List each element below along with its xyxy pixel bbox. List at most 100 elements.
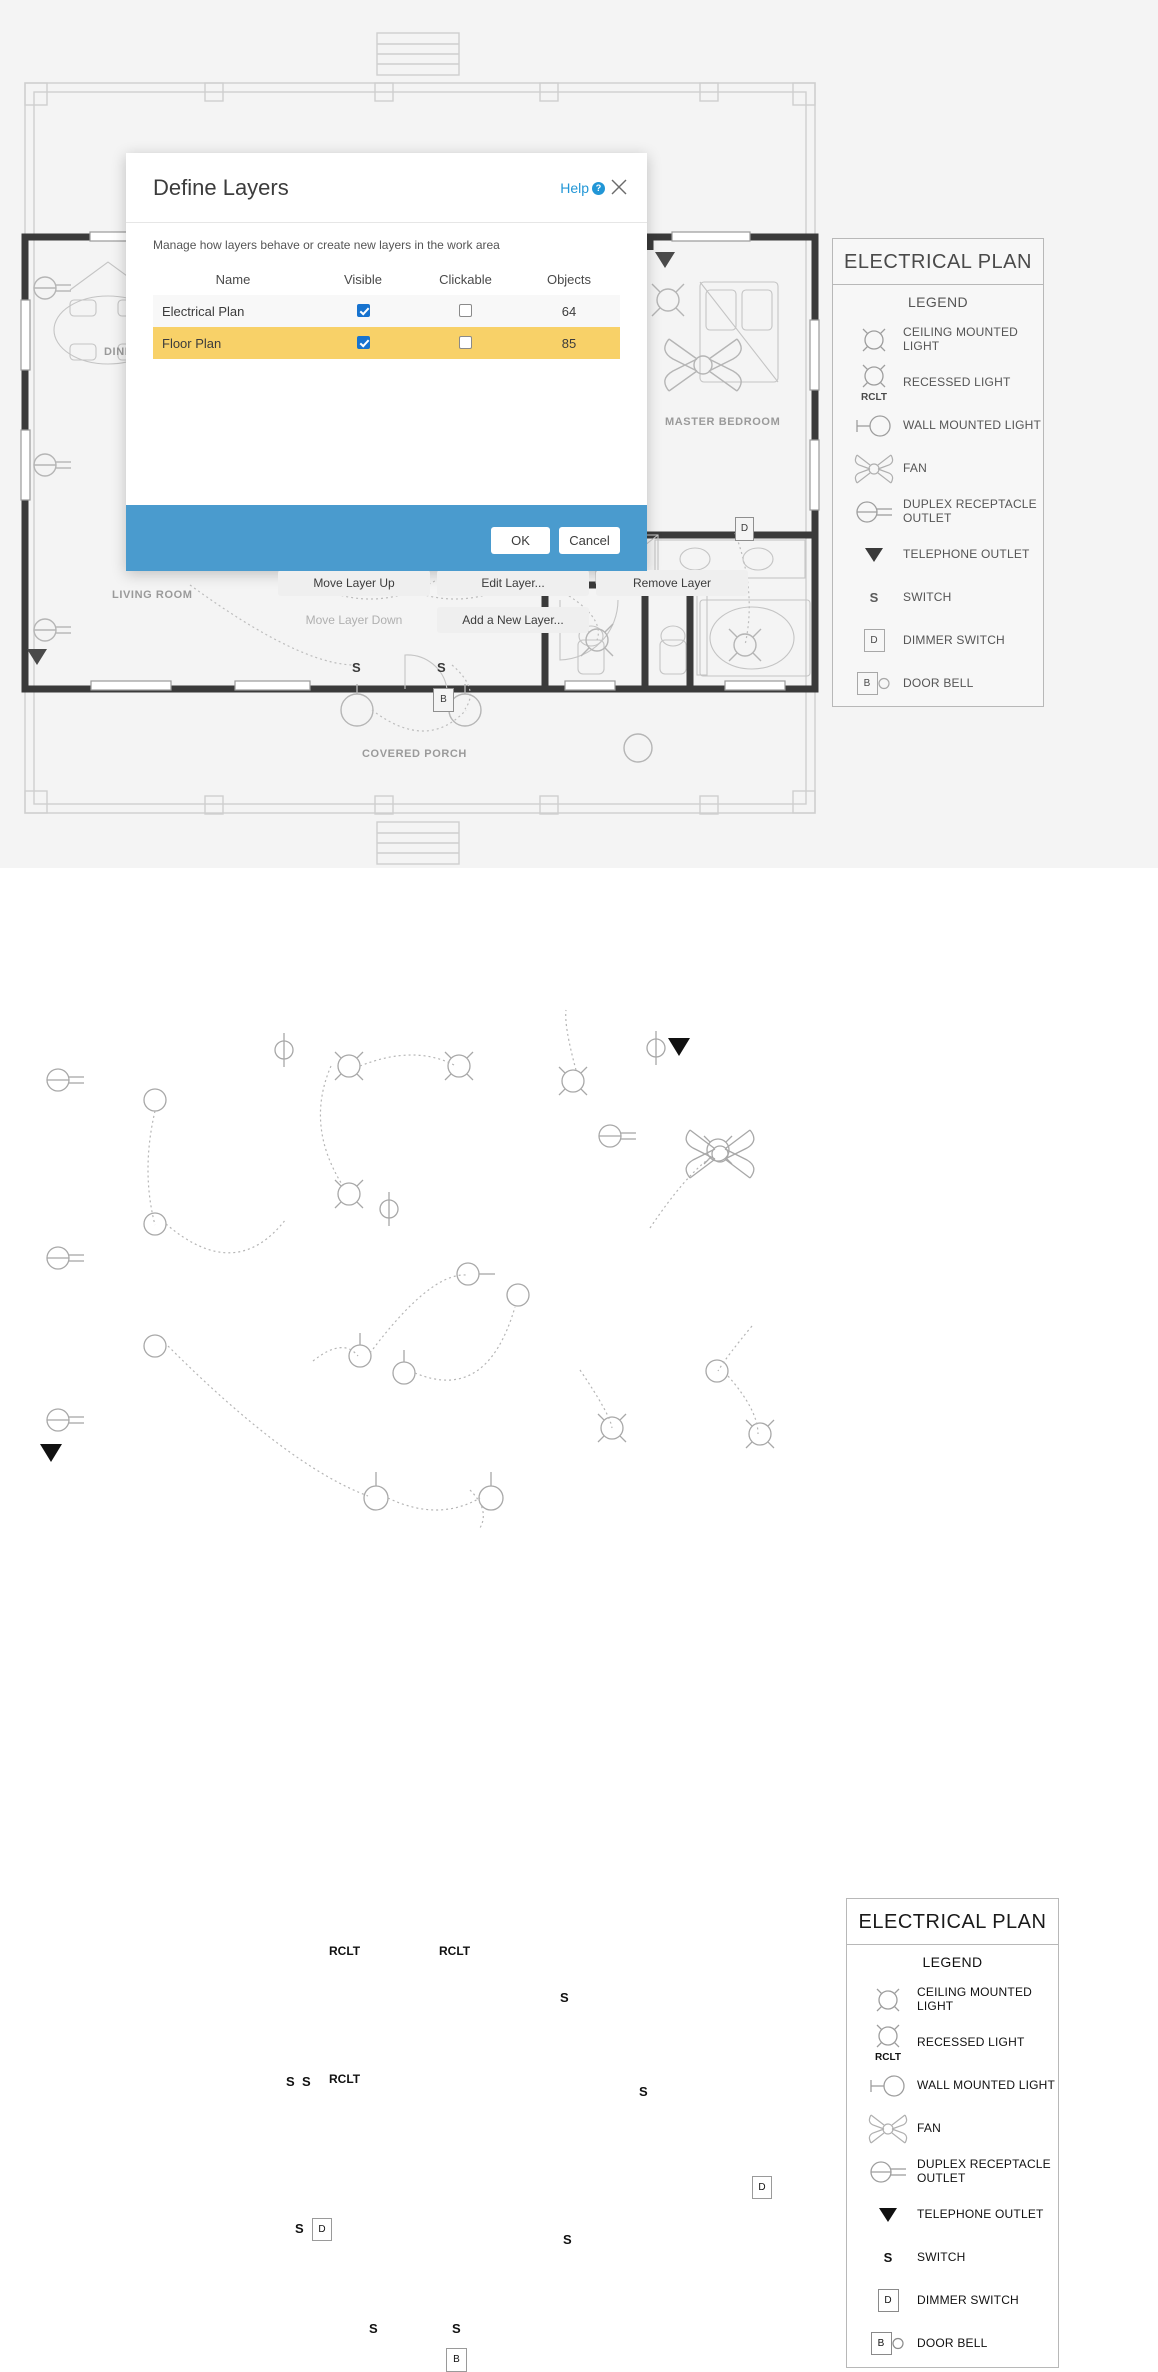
legend-item-label: CEILING MOUNTED LIGHT: [903, 325, 1019, 353]
recessed-light-tag[interactable]: RCLT: [439, 1944, 470, 1958]
move-layer-up-button[interactable]: Move Layer Up: [278, 570, 430, 596]
room-label: COVERED PORCH: [362, 748, 467, 760]
object-count: 64: [561, 303, 577, 319]
recessed-light-tag[interactable]: RCLT: [329, 1944, 360, 1958]
legend-panel-top: ELECTRICAL PLAN LEGEND CEILING MOUNTED L…: [832, 238, 1044, 707]
layers-table: Name Visible Clickable Objects Electrica…: [153, 263, 620, 359]
wall-mounted-light-icon: [845, 413, 903, 439]
cancel-button[interactable]: Cancel: [559, 527, 620, 554]
legend-item-label: DOOR BELL: [917, 2335, 988, 2350]
switch-marker[interactable]: S: [286, 2074, 295, 2089]
column-header-name: Name: [215, 271, 251, 287]
dimmer-marker[interactable]: D: [312, 2218, 332, 2241]
legend-title: ELECTRICAL PLAN: [833, 239, 1043, 285]
legend-panel-bottom: ELECTRICAL PLAN LEGEND CEILING MOUNTED L…: [846, 1898, 1059, 2368]
dimmer-glyph: D: [863, 629, 885, 652]
switch-marker[interactable]: S: [563, 2232, 572, 2247]
duplex-receptacle-outlet-icon: [845, 498, 903, 526]
dialog-description: Manage how layers behave or create new l…: [153, 238, 500, 252]
legend-item-door-bell: B DOOR BELL: [833, 662, 1043, 705]
legend-rows: CEILING MOUNTED LIGHT RCLT RECESSED LIGH…: [833, 318, 1043, 705]
dimmer-glyph: D: [877, 2289, 899, 2312]
legend-item-label: WALL MOUNTED LIGHT: [917, 2077, 1056, 2092]
legend-item-door-bell: B DOOR BELL: [847, 2322, 1058, 2365]
dimmer-marker[interactable]: D: [735, 517, 754, 541]
room-label: LIVING ROOM: [112, 589, 193, 601]
legend-item-label: TELEPHONE OUTLET: [917, 2206, 1044, 2221]
switch-icon: S: [859, 2250, 917, 2265]
recessed-light-icon: RCLT: [859, 2022, 917, 2063]
legend-item-telephone-outlet: TELEPHONE OUTLET: [833, 533, 1043, 576]
room-label: MASTER BEDROOM: [665, 416, 781, 428]
define-layers-dialog[interactable]: Define Layers Help ? Manage how layers b…: [126, 153, 748, 633]
legend-item-label: CEILING MOUNTED LIGHT: [917, 1985, 1033, 2013]
legend-item-ceiling-mounted-light: CEILING MOUNTED LIGHT: [847, 1978, 1058, 2021]
legend-item-label: SWITCH: [903, 589, 952, 604]
edit-layer-button[interactable]: Edit Layer...: [437, 570, 589, 596]
switch-marker[interactable]: S: [352, 660, 361, 675]
legend-item-label: SWITCH: [917, 2249, 966, 2264]
switch-marker[interactable]: S: [639, 2084, 648, 2099]
door-bell-marker[interactable]: B: [433, 688, 454, 712]
table-header-row: Name Visible Clickable Objects: [153, 263, 620, 295]
legend-item-label: RECESSED LIGHT: [917, 2034, 1025, 2049]
door-bell-glyph: B: [856, 672, 878, 695]
clickable-checkbox[interactable]: [459, 304, 472, 318]
legend-item-label: DUPLEX RECEPTACLE OUTLET: [917, 2157, 1051, 2185]
table-row[interactable]: Floor Plan 85: [153, 327, 620, 359]
remove-layer-button[interactable]: Remove Layer: [596, 570, 748, 596]
dialog-header: Define Layers Help ?: [126, 153, 647, 223]
ok-button[interactable]: OK: [491, 527, 550, 554]
close-icon[interactable]: [608, 176, 630, 198]
legend-item-label: TELEPHONE OUTLET: [903, 546, 1030, 561]
legend-subtitle: LEGEND: [908, 294, 968, 310]
legend-item-recessed-light: RCLT RECESSED LIGHT: [833, 361, 1043, 404]
legend-item-sublabel: RCLT: [861, 392, 887, 403]
legend-item-wall-mounted-light: WALL MOUNTED LIGHT: [833, 404, 1043, 447]
door-bell-marker[interactable]: B: [446, 2348, 467, 2372]
switch-marker[interactable]: S: [437, 660, 446, 675]
duplex-receptacle-outlet-icon: [859, 2158, 917, 2186]
column-header-visible: Visible: [343, 271, 383, 287]
help-link[interactable]: Help: [560, 180, 589, 196]
legend-item-label: DOOR BELL: [903, 675, 974, 690]
switch-marker[interactable]: S: [302, 2074, 311, 2089]
door-bell-icon: B: [845, 672, 903, 695]
floor-plan-canvas[interactable]: .w { fill:none; stroke:#3a3a3a; stroke-w…: [0, 0, 1158, 868]
telephone-outlet-icon: [845, 544, 903, 566]
recessed-light-icon: RCLT: [845, 362, 903, 403]
legend-item-duplex-receptacle-outlet: DUPLEX RECEPTACLE OUTLET: [833, 490, 1043, 533]
switch-marker[interactable]: S: [560, 1990, 569, 2005]
ceiling-mounted-light-icon: [859, 1985, 917, 2015]
legend-item-label: RECESSED LIGHT: [903, 374, 1011, 389]
move-layer-down-button: Move Layer Down: [278, 607, 430, 633]
table-row[interactable]: Electrical Plan 64: [153, 295, 620, 327]
legend-item-label: FAN: [917, 2120, 941, 2135]
legend-item-fan: FAN: [833, 447, 1043, 490]
switch-marker[interactable]: S: [295, 2221, 304, 2236]
dimmer-marker[interactable]: D: [752, 2176, 772, 2199]
visible-checkbox[interactable]: [356, 304, 370, 318]
layer-name: Floor Plan: [162, 335, 222, 351]
legend-item-label: DIMMER SWITCH: [903, 632, 1005, 647]
dimmer-switch-icon: D: [845, 629, 903, 652]
legend-item-ceiling-mounted-light: CEILING MOUNTED LIGHT: [833, 318, 1043, 361]
switch-marker[interactable]: S: [452, 2321, 461, 2336]
app-stage: .w { fill:none; stroke:#3a3a3a; stroke-w…: [0, 0, 1158, 2372]
visible-checkbox[interactable]: [356, 336, 370, 350]
legend-item-dimmer-switch: D DIMMER SWITCH: [833, 619, 1043, 662]
legend-item-label: WALL MOUNTED LIGHT: [903, 417, 1042, 432]
legend-item-switch: S SWITCH: [847, 2236, 1058, 2279]
legend-item-switch: S SWITCH: [833, 576, 1043, 619]
legend-item-sublabel: RCLT: [875, 2052, 901, 2063]
help-icon[interactable]: ?: [592, 182, 605, 195]
recessed-light-tag[interactable]: RCLT: [329, 2072, 360, 2086]
clickable-checkbox[interactable]: [459, 336, 472, 350]
ceiling-mounted-light-icon: [845, 325, 903, 355]
legend-rows: CEILING MOUNTED LIGHT RCLT RECESSED LIGH…: [847, 1978, 1058, 2365]
add-new-layer-button[interactable]: Add a New Layer...: [437, 607, 589, 633]
dialog-title: Define Layers: [153, 175, 289, 200]
electrical-layer-canvas[interactable]: .e { fill:none; stroke:#a8a8a8; stroke-w…: [0, 868, 1158, 2372]
switch-marker[interactable]: S: [369, 2321, 378, 2336]
telephone-outlet-icon: [859, 2204, 917, 2226]
